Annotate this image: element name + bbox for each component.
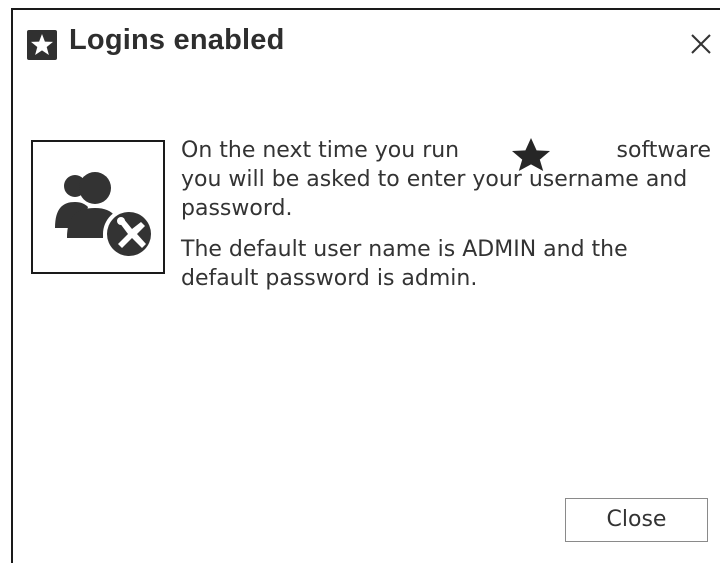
message-line-rest: you will be asked to enter your username… (181, 167, 688, 221)
default-credentials-text: The default user name is ADMIN and the d… (181, 237, 628, 291)
star-icon (505, 136, 557, 172)
message-line-1: On the next time you run software (181, 136, 711, 171)
close-button[interactable]: Close (565, 498, 708, 542)
message-text: On the next time you run software you wi… (181, 136, 711, 293)
star-icon (27, 30, 57, 60)
message-line-1-start: On the next time you run (181, 138, 460, 163)
dialog-title: Logins enabled (69, 24, 285, 56)
users-settings-icon (55, 172, 155, 260)
logins-enabled-dialog: Logins enabled On the next time you run (11, 8, 720, 563)
message-line-1-end: software (616, 138, 711, 163)
users-settings-logo (31, 140, 165, 274)
close-icon[interactable] (689, 32, 713, 56)
